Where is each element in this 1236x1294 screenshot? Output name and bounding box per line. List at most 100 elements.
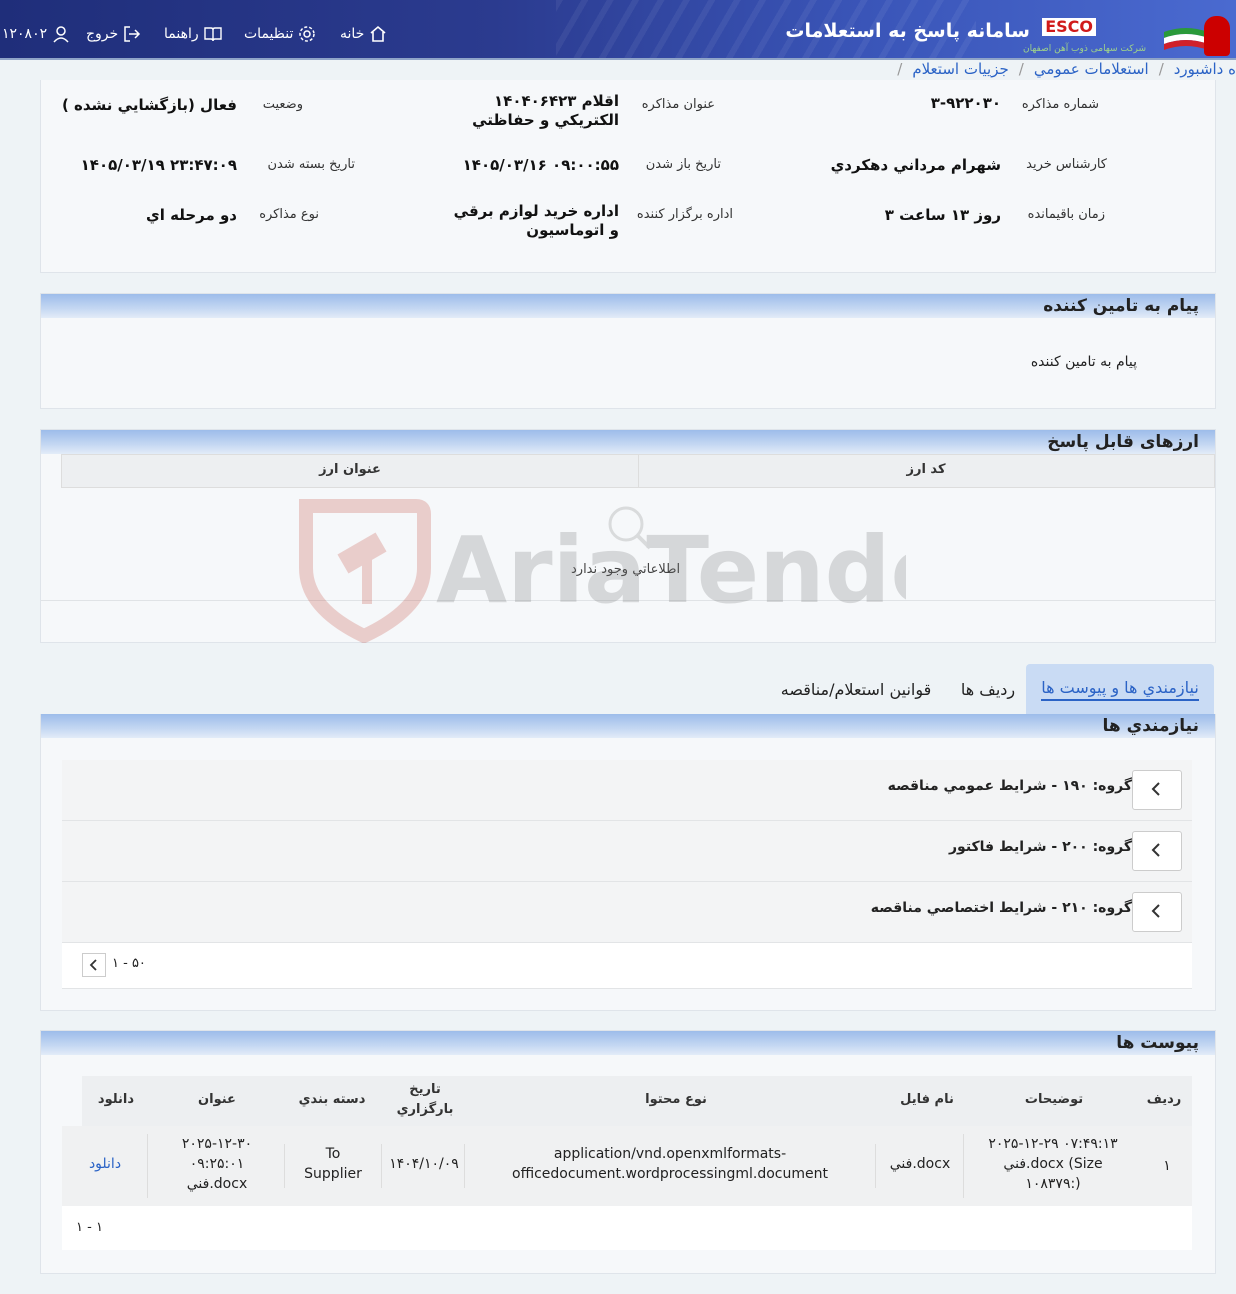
- group-label: گروه: ۱۹۰ - شرايط عمومي مناقصه: [887, 778, 1132, 794]
- attachments-title: پيوست ها: [1116, 1033, 1199, 1053]
- tab-label: نيازمندي ها و پيوست ها: [1041, 678, 1199, 701]
- currencies-table-header: كد ارز عنوان ارز: [61, 454, 1215, 488]
- settings-label: تنظیمات: [244, 26, 294, 42]
- panel-header: نيازمندي ها: [41, 714, 1215, 738]
- cell-title: ۲۰۲۵-۱۲-۳۰ ۰۹:۲۵:۰۱ فني.docx: [147, 1134, 286, 1198]
- col-title: عنوان: [198, 1092, 236, 1107]
- dept-label: اداره برگزار كننده: [636, 207, 733, 222]
- cell-row-index: ۱: [1163, 1158, 1171, 1174]
- breadcrumb-separator: /: [1158, 60, 1164, 78]
- home-label: خانه: [340, 26, 365, 42]
- watermark-text: AriaTender.neT: [436, 517, 906, 624]
- remaining-value: ۳ روز ۱۳ ساعت: [884, 206, 1001, 224]
- col-file-name: نام فايل: [900, 1092, 954, 1107]
- col-content-type: نوع محتوا: [645, 1092, 707, 1107]
- col-upload-date: تاريخ بارگزاري: [396, 1082, 454, 1117]
- currencies-title: ارزهای قابل پاسخ: [1047, 432, 1199, 452]
- cell-category: To Supplier: [284, 1144, 382, 1188]
- breadcrumb-inquiry-details[interactable]: جزييات استعلام: [912, 60, 1008, 78]
- gear-icon: [299, 26, 316, 42]
- requirements-pager: ۱ - ۵۰: [62, 943, 1192, 989]
- pager-prev-button[interactable]: [82, 953, 106, 977]
- attachments-table-header: رديف توضيحات نام فايل نوع محتوا تاريخ با…: [82, 1076, 1192, 1127]
- expand-button[interactable]: [1132, 892, 1182, 932]
- category-line: Supplier: [304, 1166, 362, 1182]
- close-date-value: ۱۴۰۵/۰۳/۱۹ ۲۳:۴۷:۰۹: [80, 156, 237, 174]
- type-value: دو مرحله اي: [145, 206, 237, 224]
- cell-file-name: فني.docx: [889, 1156, 951, 1172]
- expert-label: كارشناس خريد: [1026, 157, 1107, 172]
- pager-range: ۱ - ۵۰: [112, 956, 146, 971]
- watermark-logo: AriaTender.neT: [299, 499, 906, 643]
- logo-subtitle: شرکت سهامی ذوب آهن اصفهان: [1023, 44, 1146, 54]
- open-date-label: تاريخ باز شدن: [645, 157, 721, 172]
- col-description: توضيحات: [1024, 1092, 1084, 1107]
- panel-header: پيام به تامين كننده: [41, 294, 1215, 318]
- title-label: عنوان مذاكره: [641, 97, 715, 112]
- tab-rules[interactable]: قوانين استعلام/مناقصه: [766, 664, 946, 714]
- company-logo: ESCO شرکت سهامی ذوب آهن اصفهان: [1023, 6, 1230, 56]
- logo-text: ESCO: [1042, 18, 1096, 36]
- expert-value: شهرام مرداني دهكردي: [830, 156, 1001, 174]
- group-label: گروه: ۲۱۰ - شرايط اختصاصي مناقصه: [870, 900, 1132, 916]
- guide-link[interactable]: راهنما: [164, 24, 223, 44]
- chevron-left-icon: [1151, 782, 1160, 796]
- title-line: ۰۹:۲۵:۰۱: [189, 1156, 245, 1172]
- number-value: ۳-۹۲۲۰۳۰: [930, 94, 1001, 112]
- panel-header: پيوست ها: [41, 1031, 1215, 1055]
- category-line: To: [325, 1146, 341, 1162]
- expand-button[interactable]: [1132, 770, 1182, 810]
- supplier-message-body: پيام به تامين كننده: [1030, 354, 1137, 370]
- breadcrumb: ه داشبورد / استعلامات عمومي / جزييات است…: [517, 58, 1236, 80]
- download-link[interactable]: دانلود: [62, 1154, 148, 1174]
- col-currency-title: عنوان ارز: [319, 462, 381, 477]
- logout-link[interactable]: خروج: [86, 24, 142, 44]
- inquiry-info-panel: شماره مذاكره ۳-۹۲۲۰۳۰ كارشناس خريد شهرام…: [40, 80, 1216, 273]
- user-id: ۱۲۰۸۰۲: [2, 26, 48, 42]
- breadcrumb-separator: /: [1018, 60, 1024, 78]
- status-label: وضعيت: [262, 97, 303, 112]
- remaining-label: زمان باقيمانده: [1027, 207, 1105, 222]
- chevron-left-icon: [1151, 904, 1160, 918]
- attachments-pager: ۱ - ۱: [62, 1206, 1192, 1250]
- supplier-message-title: پيام به تامين كننده: [1043, 296, 1199, 316]
- requirement-group: گروه: ۱۹۰ - شرايط عمومي مناقصه: [62, 760, 1192, 821]
- breadcrumb-public-inquiries[interactable]: استعلامات عمومي: [1034, 60, 1149, 78]
- title-value: ۱۴۰۴۰۶۴۲۳ اقلام الكتريكي و حفاظتي: [472, 92, 619, 129]
- group-label: گروه: ۲۰۰ - شرايط فاكتور: [948, 839, 1132, 855]
- breadcrumb-separator: /: [897, 60, 903, 78]
- guide-label: راهنما: [164, 26, 199, 42]
- logout-label: خروج: [86, 26, 119, 42]
- desc-line: فني.docx (Size: [1003, 1156, 1103, 1172]
- mime-line: application/vnd.openxmlformats-: [553, 1146, 787, 1162]
- mime-line: officedocument.wordprocessingml.document: [512, 1166, 828, 1182]
- chevron-left-icon: [1151, 843, 1160, 857]
- supplier-message-panel: پيام به تامين كننده پيام به تامين كننده: [40, 293, 1216, 409]
- app-title: سامانه پاسخ به استعلامات: [785, 20, 1030, 42]
- close-date-label: تاريخ بسته شدن: [267, 157, 355, 172]
- requirement-group: گروه: ۲۱۰ - شرايط اختصاصي مناقصه: [62, 882, 1192, 943]
- col-category: دسته بندي: [298, 1092, 366, 1107]
- col-currency-code: كد ارز: [906, 462, 946, 477]
- emblem-icon: [1204, 16, 1230, 56]
- tab-rows[interactable]: رديف ها: [958, 664, 1018, 714]
- cell-upload-date: ۱۴۰۴/۱۰/۰۹: [389, 1156, 459, 1172]
- expand-button[interactable]: [1132, 831, 1182, 871]
- home-icon: [370, 25, 386, 42]
- user-link[interactable]: ۱۲۰۸۰۲: [2, 24, 71, 44]
- open-date-value: ۱۴۰۵/۰۳/۱۶ ۰۹:۰۰:۵۵: [462, 156, 619, 174]
- status-value: فعال (بازگشايي نشده ): [61, 96, 237, 114]
- desc-line: ۲۰۲۵-۱۲-۲۹ ۰۷:۴۹:۱۳: [988, 1136, 1118, 1152]
- home-link[interactable]: خانه: [340, 24, 388, 44]
- title-line: فني.docx: [186, 1176, 248, 1192]
- col-row: رديف: [1146, 1092, 1182, 1107]
- pager-range: ۱ - ۱: [76, 1220, 103, 1235]
- requirements-title: نيازمندي ها: [1102, 716, 1199, 736]
- cell-content-type: application/vnd.openxmlformats- officedo…: [464, 1144, 876, 1188]
- dept-value: اداره خريد لوازم برقي و اتوماسيون: [453, 202, 619, 239]
- tab-requirements-attachments[interactable]: نيازمندي ها و پيوست ها: [1026, 664, 1214, 714]
- title-line: ۲۰۲۵-۱۲-۳۰: [181, 1136, 253, 1152]
- breadcrumb-dashboard[interactable]: ه داشبورد: [1174, 60, 1236, 78]
- tab-label: قوانين استعلام/مناقصه: [780, 679, 932, 699]
- settings-link[interactable]: تنظیمات: [244, 24, 317, 44]
